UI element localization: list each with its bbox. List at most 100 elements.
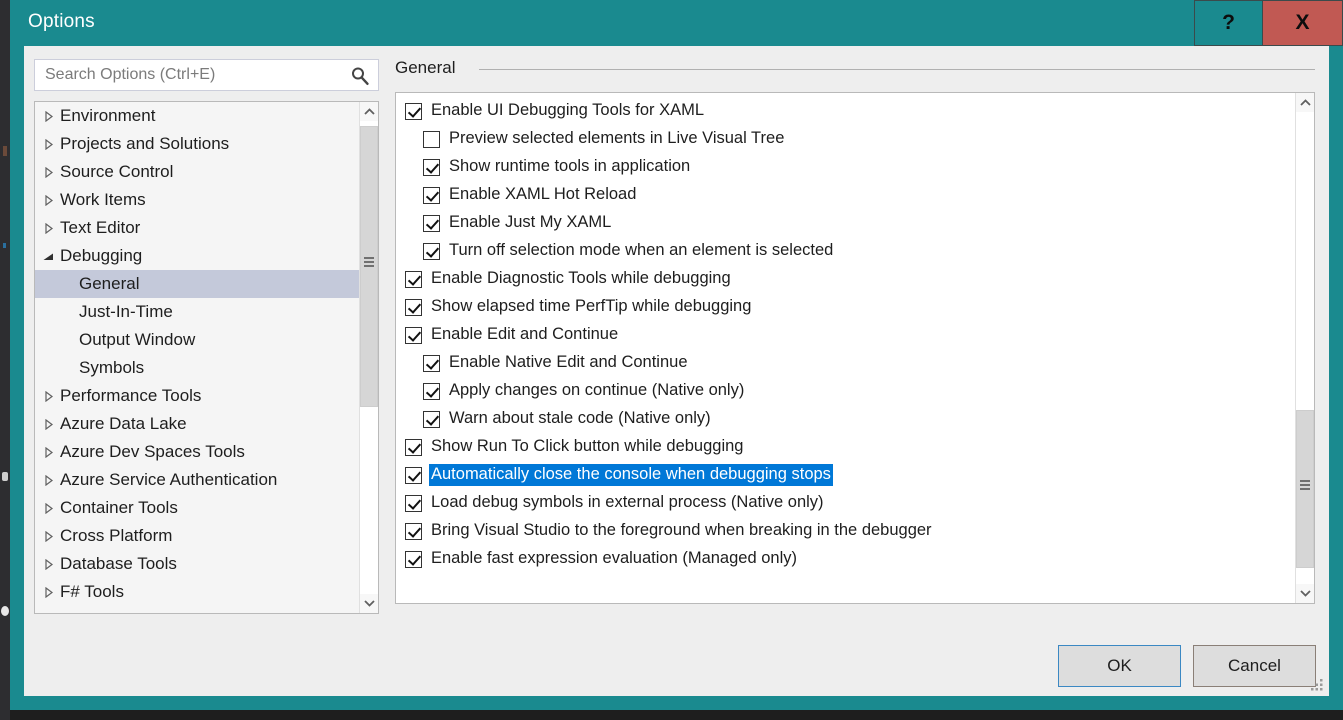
tree-item-label: Azure Data Lake (60, 414, 187, 433)
option-row[interactable]: Enable Diagnostic Tools while debugging (396, 265, 1294, 293)
ok-button[interactable]: OK (1058, 645, 1181, 687)
expand-arrow-icon[interactable] (45, 111, 53, 122)
tree-scroll-down-button[interactable] (360, 594, 378, 613)
option-row[interactable]: Enable fast expression evaluation (Manag… (396, 545, 1294, 573)
tree-item-label: Source Control (60, 162, 174, 181)
chevron-down-icon (1299, 590, 1311, 597)
checkbox-checked-icon[interactable] (405, 494, 422, 512)
option-row[interactable]: Show runtime tools in application (396, 153, 1294, 181)
chevron-down-icon (363, 600, 375, 607)
checkbox-unchecked-icon[interactable] (423, 130, 440, 148)
tree-item-source-control[interactable]: Source Control (35, 158, 378, 186)
checkbox-checked-icon[interactable] (405, 438, 422, 456)
tree-scroll-thumb[interactable] (360, 126, 378, 407)
checkbox-checked-icon[interactable] (423, 410, 440, 428)
option-row[interactable]: Show Run To Click button while debugging (396, 433, 1294, 461)
option-row[interactable]: Enable XAML Hot Reload (396, 181, 1294, 209)
checkbox-checked-icon[interactable] (423, 382, 440, 400)
title-bar[interactable]: Options ? X (10, 0, 1343, 46)
expand-arrow-icon[interactable] (45, 475, 53, 486)
checkbox-checked-icon[interactable] (423, 158, 440, 176)
checkbox-checked-icon[interactable] (405, 522, 422, 540)
tree-item-performance-tools[interactable]: Performance Tools (35, 382, 378, 410)
checkbox-checked-icon[interactable] (405, 326, 422, 344)
expand-arrow-icon[interactable] (45, 223, 53, 234)
option-row[interactable]: Load debug symbols in external process (… (396, 489, 1294, 517)
options-scroll-down-button[interactable] (1296, 584, 1314, 603)
checkbox-checked-icon[interactable] (423, 354, 440, 372)
option-row[interactable]: Enable Just My XAML (396, 209, 1294, 237)
search-input[interactable]: Search Options (Ctrl+E) (34, 59, 379, 91)
checkbox-checked-icon[interactable] (405, 298, 422, 316)
expand-arrow-icon[interactable] (45, 559, 53, 570)
option-row[interactable]: Automatically close the console when deb… (396, 461, 1294, 489)
expand-arrow-icon[interactable] (45, 447, 53, 458)
resize-grip[interactable] (1310, 678, 1324, 692)
tree-item-debugging[interactable]: Debugging (35, 242, 378, 270)
tree-item-azure-data-lake[interactable]: Azure Data Lake (35, 410, 378, 438)
tree-item-projects-and-solutions[interactable]: Projects and Solutions (35, 130, 378, 158)
options-scroll-up-button[interactable] (1296, 93, 1314, 112)
checkbox-checked-icon[interactable] (423, 214, 440, 232)
cancel-button[interactable]: Cancel (1193, 645, 1316, 687)
close-button[interactable]: X (1263, 0, 1343, 46)
tree-item-text-editor[interactable]: Text Editor (35, 214, 378, 242)
tree-item-azure-dev-spaces-tools[interactable]: Azure Dev Spaces Tools (35, 438, 378, 466)
options-scrollbar[interactable] (1295, 93, 1314, 603)
checkbox-checked-icon[interactable] (405, 270, 422, 288)
option-row[interactable]: Turn off selection mode when an element … (396, 237, 1294, 265)
option-label: Show elapsed time PerfTip while debuggin… (431, 297, 752, 315)
help-button[interactable]: ? (1194, 0, 1263, 46)
option-row[interactable]: Bring Visual Studio to the foreground wh… (396, 517, 1294, 545)
tree-item-label: Azure Dev Spaces Tools (60, 442, 245, 461)
expand-arrow-icon[interactable] (45, 391, 53, 402)
tree-scroll-up-button[interactable] (360, 102, 378, 121)
tree-item-label: Projects and Solutions (60, 134, 230, 153)
tree-item-just-in-time[interactable]: Just-In-Time (35, 298, 378, 326)
expand-arrow-icon[interactable] (45, 419, 53, 430)
tree-item-work-items[interactable]: Work Items (35, 186, 378, 214)
expand-arrow-icon[interactable] (45, 587, 53, 598)
tree-item-label: Environment (60, 106, 156, 125)
tree-item-azure-service-authentication[interactable]: Azure Service Authentication (35, 466, 378, 494)
checkbox-checked-icon[interactable] (423, 186, 440, 204)
tree-item-database-tools[interactable]: Database Tools (35, 550, 378, 578)
page-title: General (395, 58, 456, 77)
tree-item-general[interactable]: General (35, 270, 378, 298)
option-row[interactable]: Enable Edit and Continue (396, 321, 1294, 349)
option-row[interactable]: Enable Native Edit and Continue (396, 349, 1294, 377)
option-row[interactable]: Apply changes on continue (Native only) (396, 377, 1294, 405)
tree-item-cross-platform[interactable]: Cross Platform (35, 522, 378, 550)
dialog-body: Search Options (Ctrl+E) Environment Proje… (24, 46, 1329, 696)
checkbox-checked-icon[interactable] (423, 242, 440, 260)
checkbox-checked-icon[interactable] (405, 102, 422, 120)
tree-item-f-tools[interactable]: F# Tools (35, 578, 378, 606)
options-category-tree[interactable]: Environment Projects and Solutions Source … (34, 101, 379, 614)
expand-arrow-icon[interactable] (45, 167, 53, 178)
option-label: Bring Visual Studio to the foreground wh… (431, 521, 932, 539)
checkbox-checked-icon[interactable] (405, 466, 422, 484)
option-row[interactable]: Preview selected elements in Live Visual… (396, 125, 1294, 153)
expand-arrow-icon[interactable] (45, 139, 53, 150)
expand-arrow-icon[interactable] (45, 503, 53, 514)
tree-item-output-window[interactable]: Output Window (35, 326, 378, 354)
options-checkbox-panel[interactable]: Enable UI Debugging Tools for XAML Previe… (395, 92, 1315, 604)
tree-scrollbar[interactable] (359, 102, 378, 613)
option-label: Warn about stale code (Native only) (449, 409, 711, 427)
checkbox-checked-icon[interactable] (405, 550, 422, 568)
tree-item-symbols[interactable]: Symbols (35, 354, 378, 382)
expand-arrow-icon[interactable] (45, 531, 53, 542)
tree-item-container-tools[interactable]: Container Tools (35, 494, 378, 522)
option-row[interactable]: Enable UI Debugging Tools for XAML (396, 97, 1294, 125)
options-scroll-thumb[interactable] (1296, 410, 1314, 568)
tree-item-label: Azure Service Authentication (60, 470, 278, 489)
option-row[interactable]: Warn about stale code (Native only) (396, 405, 1294, 433)
option-row[interactable]: Show elapsed time PerfTip while debuggin… (396, 293, 1294, 321)
tree-item-environment[interactable]: Environment (35, 102, 378, 130)
options-dialog-window: Options ? X Search Options (Ctrl+E) Envi… (10, 0, 1343, 710)
background-marker-icon (3, 146, 7, 156)
expand-arrow-icon[interactable] (45, 195, 53, 206)
search-icon[interactable] (350, 66, 370, 86)
collapse-arrow-icon[interactable] (43, 253, 54, 261)
window-title: Options (28, 11, 95, 32)
